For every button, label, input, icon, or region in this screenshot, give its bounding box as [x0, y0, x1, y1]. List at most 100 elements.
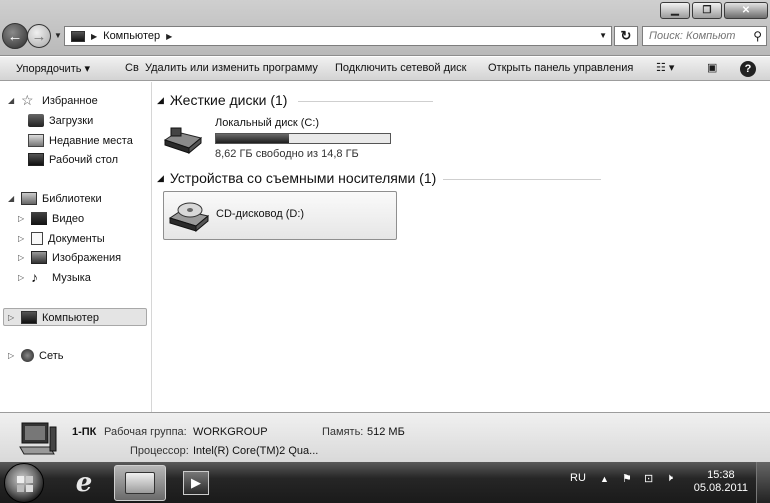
computer-icon: [71, 30, 85, 42]
cd-drive-item[interactable]: CD-дисковод (D:): [163, 191, 397, 240]
content-pane: ◢ Жесткие диски (1) Локальный диск (C:) …: [153, 82, 770, 412]
nav-pictures[interactable]: ▷ Изображения: [18, 251, 121, 264]
preview-pane-icon[interactable]: ▣: [707, 61, 717, 74]
close-button[interactable]: ✕: [724, 2, 768, 19]
back-arrow-icon: ←: [7, 27, 23, 45]
expand-triangle-icon[interactable]: ▷: [8, 351, 16, 360]
local-disk-item[interactable]: Локальный диск (C:) 8,62 ГБ свободно из …: [163, 114, 403, 160]
clock-date: 05.08.2011: [693, 482, 748, 494]
start-button[interactable]: [4, 463, 44, 503]
desktop-icon: [28, 153, 44, 166]
nav-recent-places[interactable]: Недавние места: [28, 134, 133, 147]
drive-name: Локальный диск (C:): [215, 117, 320, 129]
video-icon: [31, 212, 47, 225]
properties-button[interactable]: Св: [125, 62, 139, 74]
nav-documents[interactable]: ▷ Документы: [18, 232, 105, 245]
collapse-triangle-icon[interactable]: ◢: [8, 194, 16, 203]
recent-pages-dropdown[interactable]: ▼: [54, 31, 62, 40]
network-icon: [21, 349, 34, 362]
disk-usage-bar: [215, 133, 391, 144]
memory-label: Память:: [322, 426, 364, 438]
change-view-icon[interactable]: ☷ ▾: [656, 61, 674, 74]
windows-logo-icon: [17, 476, 33, 492]
cpu-label: Процессор:: [130, 445, 189, 457]
nav-computer[interactable]: ▷ Компьютер: [8, 311, 99, 324]
clock[interactable]: 15:38 05.08.2011: [694, 469, 748, 495]
nav-downloads[interactable]: Загрузки: [28, 114, 93, 127]
network-tray-icon[interactable]: ⊡: [644, 472, 653, 485]
pictures-icon: [31, 251, 47, 264]
group-divider: [298, 101, 433, 102]
computer-icon: [21, 311, 37, 324]
forward-button[interactable]: →: [27, 24, 51, 48]
disk-usage-fill: [216, 134, 290, 143]
command-bar: Упорядочить ▾ Св Удалить или изменить пр…: [0, 57, 770, 81]
open-control-panel-button[interactable]: Открыть панель управления: [488, 62, 633, 74]
expand-triangle-icon[interactable]: ▷: [18, 273, 26, 282]
forward-arrow-icon: →: [31, 27, 47, 45]
language-indicator[interactable]: RU: [570, 472, 586, 484]
nav-libraries[interactable]: ◢ Библиотеки: [8, 192, 102, 205]
map-network-drive-button[interactable]: Подключить сетевой диск: [335, 62, 466, 74]
details-pane: 1-ПК Рабочая группа: WORKGROUP Память: 5…: [0, 412, 770, 462]
nav-network[interactable]: ▷ Сеть: [8, 349, 63, 362]
collapse-triangle-icon[interactable]: ◢: [157, 95, 164, 106]
nav-favorites[interactable]: ◢ ☆ Избранное: [8, 92, 98, 108]
drive-free-space: 8,62 ГБ свободно из 14,8 ГБ: [215, 148, 359, 160]
group-divider: [443, 179, 601, 180]
show-hidden-icons-icon[interactable]: ▲: [600, 474, 609, 484]
back-button[interactable]: ←: [2, 23, 28, 49]
expand-triangle-icon[interactable]: ▷: [18, 234, 26, 243]
collapse-triangle-icon[interactable]: ◢: [8, 96, 16, 105]
address-bar[interactable]: ▶ Компьютер ▶ ▼: [64, 26, 612, 46]
minimize-button[interactable]: ▁: [660, 2, 690, 19]
search-icon[interactable]: ⚲: [753, 29, 762, 43]
breadcrumb-separator-icon[interactable]: ▶: [166, 32, 172, 41]
documents-icon: [31, 232, 43, 245]
cd-drive-name: CD-дисковод (D:): [216, 208, 305, 220]
taskbar: e ▶ RU ▲ ⚑ ⊡ 🕨 15:38 05.08.2011: [0, 462, 770, 503]
action-center-flag-icon[interactable]: ⚑: [622, 472, 632, 485]
workgroup-label: Рабочая группа:: [104, 426, 187, 438]
music-icon: ♪: [31, 269, 38, 285]
volume-icon[interactable]: 🕨: [666, 472, 673, 485]
organize-button[interactable]: Упорядочить ▾: [16, 62, 90, 75]
nav-desktop[interactable]: Рабочий стол: [28, 153, 118, 166]
recent-places-icon: [28, 134, 44, 147]
cpu-value: Intel(R) Core(TM)2 Qua...: [193, 445, 319, 457]
breadcrumb-computer[interactable]: Компьютер: [103, 30, 160, 42]
navigation-pane: ◢ ☆ Избранное Загрузки Недавние места Ра…: [0, 82, 152, 412]
nav-video[interactable]: ▷ Видео: [18, 212, 84, 225]
media-player-icon: ▶: [183, 471, 209, 495]
title-bar: ▁ ❐ ✕ ← → ▼ ▶ Компьютер ▶ ▼ ↻ ⚲: [0, 0, 770, 56]
computer-name: 1-ПК: [72, 426, 97, 438]
search-box[interactable]: ⚲: [642, 26, 767, 46]
cd-drive-icon: [168, 202, 210, 232]
internet-explorer-icon: e: [75, 468, 93, 498]
taskbar-media-player[interactable]: ▶: [170, 465, 222, 501]
expand-triangle-icon[interactable]: ▷: [8, 313, 16, 322]
refresh-icon: ↻: [620, 28, 632, 43]
workgroup-value: WORKGROUP: [193, 426, 268, 438]
search-input[interactable]: [649, 30, 749, 42]
expand-triangle-icon[interactable]: ▷: [18, 214, 26, 223]
collapse-triangle-icon[interactable]: ◢: [157, 173, 164, 184]
memory-value: 512 МБ: [367, 426, 405, 438]
taskbar-explorer[interactable]: [114, 465, 166, 501]
hard-drive-icon: [163, 127, 203, 154]
breadcrumb-separator-icon[interactable]: ▶: [91, 32, 97, 41]
star-icon: ☆: [21, 92, 34, 108]
hard-disks-group-header[interactable]: ◢ Жесткие диски (1): [157, 92, 287, 108]
taskbar-internet-explorer[interactable]: e: [58, 465, 110, 501]
clock-time: 15:38: [707, 469, 735, 481]
uninstall-program-button[interactable]: Удалить или изменить программу: [145, 62, 318, 74]
show-desktop-button[interactable]: [756, 462, 770, 503]
refresh-button[interactable]: ↻: [614, 26, 638, 46]
maximize-button[interactable]: ❐: [692, 2, 722, 19]
window-controls: ▁ ❐ ✕: [660, 2, 768, 19]
removable-group-header[interactable]: ◢ Устройства со съемными носителями (1): [157, 170, 436, 186]
nav-music[interactable]: ▷ ♪ Музыка: [18, 269, 91, 285]
expand-triangle-icon[interactable]: ▷: [18, 253, 26, 262]
address-dropdown-icon[interactable]: ▼: [599, 31, 607, 40]
help-icon[interactable]: ?: [740, 61, 756, 77]
